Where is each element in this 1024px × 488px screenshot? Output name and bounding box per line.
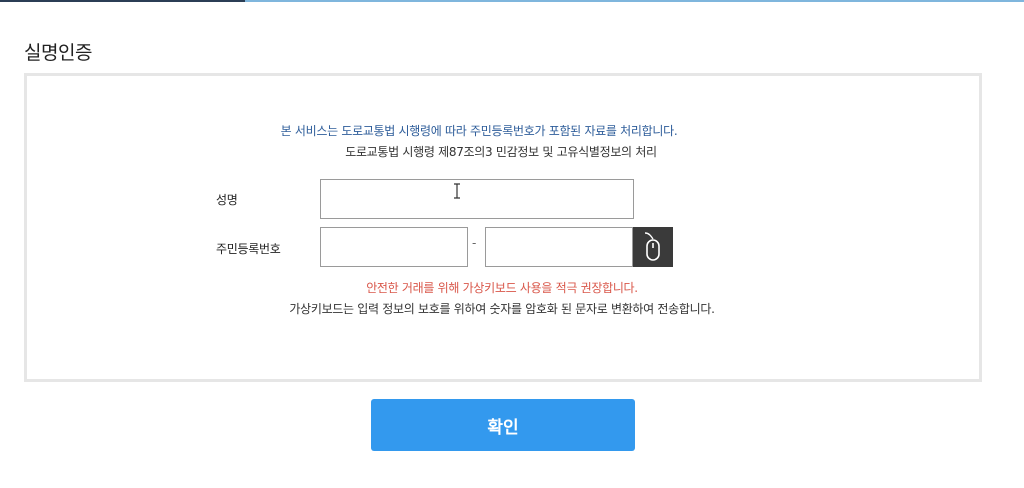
name-label: 성명 — [216, 193, 238, 207]
rrn-back-input[interactable] — [485, 227, 633, 267]
virtual-keyboard-button[interactable] — [633, 227, 673, 267]
virtual-keyboard-recommendation: 안전한 거래를 위해 가상키보드 사용을 적극 권장합니다. — [366, 281, 638, 295]
top-border-light-segment — [245, 0, 1024, 2]
page-title: 실명인증 — [24, 42, 92, 64]
notice-sensitive-info: 도로교통법 시행령 제87조의3 민감정보 및 고유식별정보의 처리 — [345, 145, 657, 159]
notice-legal-basis: 본 서비스는 도로교통법 시행령에 따라 주민등록번호가 포함된 자료를 처리합… — [280, 124, 678, 138]
rrn-separator: - — [472, 236, 477, 250]
name-input[interactable] — [320, 179, 634, 219]
mouse-icon — [633, 231, 673, 263]
virtual-keyboard-description: 가상키보드는 입력 정보의 보호를 위하여 숫자를 암호화 된 문자로 변환하여… — [289, 302, 715, 316]
top-border-dark-segment — [0, 0, 245, 2]
top-border — [0, 0, 1024, 2]
confirm-button[interactable]: 확인 — [371, 399, 635, 451]
rrn-label: 주민등록번호 — [216, 242, 281, 256]
rrn-front-input[interactable] — [320, 227, 468, 267]
text-cursor-icon — [452, 183, 462, 203]
